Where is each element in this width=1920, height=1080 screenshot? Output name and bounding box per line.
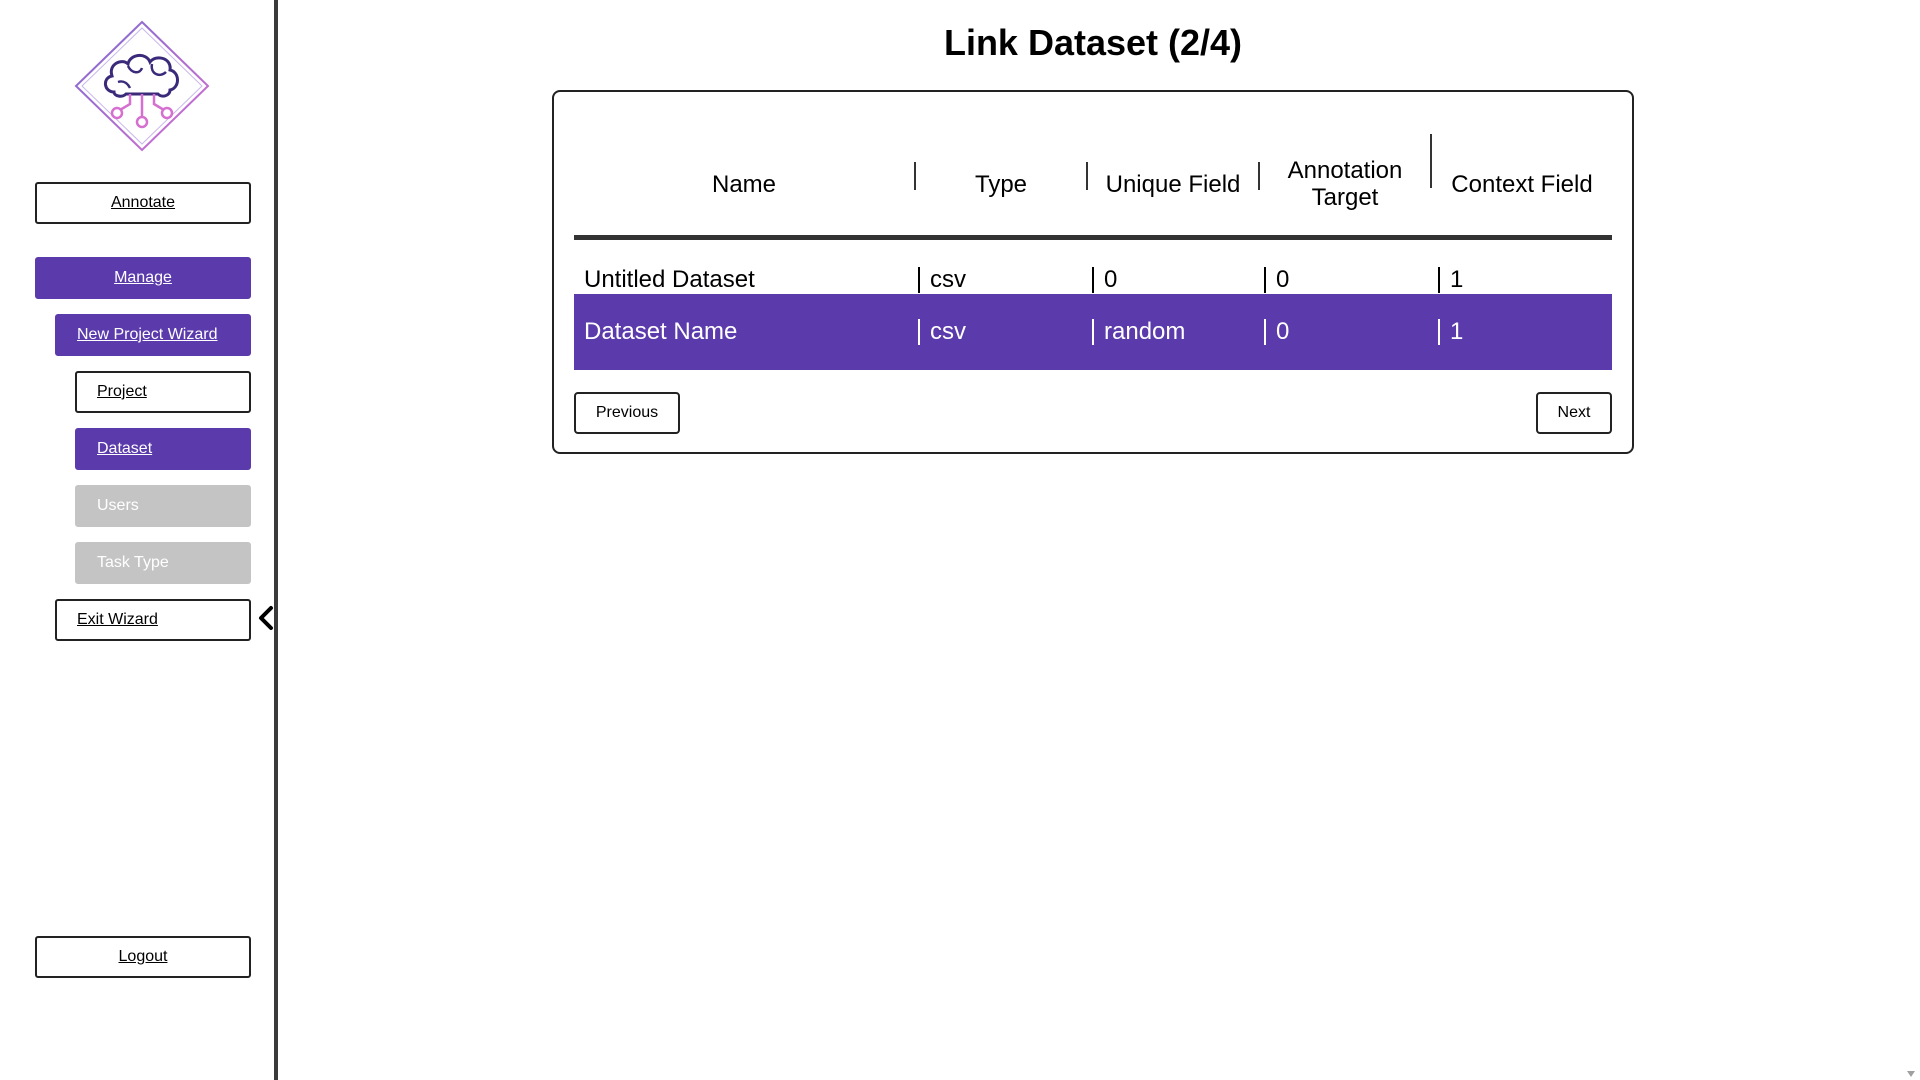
- chevron-left-icon[interactable]: [256, 604, 276, 632]
- annotate-button-label: Annotate: [110, 194, 176, 211]
- exit-wizard-label: Exit Wizard: [77, 611, 158, 628]
- column-header-unique-field: Unique Field: [1105, 170, 1241, 198]
- column-header-annotation-target: Annotation Target: [1287, 157, 1403, 211]
- next-button-label: Next: [1557, 404, 1591, 421]
- manage-button-label: Manage: [114, 269, 172, 286]
- column-header-type: Type: [974, 170, 1028, 198]
- logout-button[interactable]: Logout: [35, 936, 251, 978]
- table-row-selected[interactable]: Dataset Name csv random 0 1: [574, 294, 1612, 370]
- wizard-step-dataset-label: Dataset: [97, 440, 153, 457]
- cell-name: Dataset Name: [584, 318, 738, 345]
- previous-button[interactable]: Previous: [574, 392, 680, 434]
- sidebar: Annotate Manage New Project Wizard Proje…: [0, 0, 278, 1080]
- cell-context-field: 1: [1438, 294, 1608, 370]
- new-project-wizard-label: New Project Wizard: [77, 326, 218, 343]
- new-project-wizard-button[interactable]: New Project Wizard: [55, 314, 251, 356]
- previous-button-label: Previous: [595, 404, 659, 421]
- column-header-name: Name: [711, 170, 777, 198]
- dataset-table-panel: Name Type Unique Field Annotation Target…: [552, 90, 1634, 454]
- wizard-step-users-label: Users: [97, 497, 139, 514]
- wizard-step-task-type: Task Type: [75, 542, 251, 584]
- cell-unique-field: random: [1092, 294, 1262, 370]
- page-title: Link Dataset (2/4): [943, 22, 1243, 63]
- wizard-step-task-type-label: Task Type: [97, 554, 169, 571]
- next-button[interactable]: Next: [1536, 392, 1612, 434]
- scroll-down-icon[interactable]: [1906, 1070, 1916, 1078]
- wizard-step-users: Users: [75, 485, 251, 527]
- wizard-step-dataset[interactable]: Dataset: [75, 428, 251, 470]
- cell-annotation-target: 0: [1264, 294, 1434, 370]
- column-header-context-field: Context Field: [1451, 170, 1593, 198]
- manage-button[interactable]: Manage: [35, 257, 251, 299]
- wizard-step-project-label: Project: [97, 383, 147, 400]
- annotate-button[interactable]: Annotate: [35, 182, 251, 224]
- table-header: Name Type Unique Field Annotation Target…: [574, 134, 1612, 240]
- brain-circuit-icon: [74, 20, 210, 152]
- wizard-step-project[interactable]: Project: [75, 371, 251, 413]
- exit-wizard-button[interactable]: Exit Wizard: [55, 599, 251, 641]
- cell-type: csv: [918, 294, 1088, 370]
- logout-button-label: Logout: [118, 948, 168, 965]
